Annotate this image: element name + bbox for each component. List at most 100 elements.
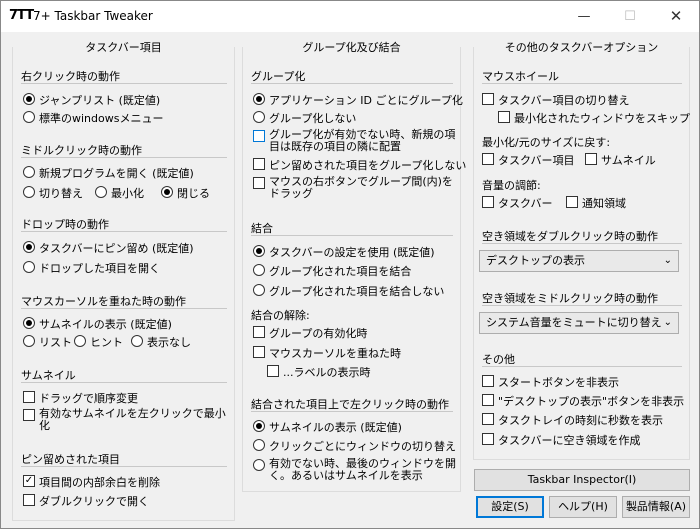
section-thumbnail: サムネイル [21,369,76,382]
check-no-group-pinned[interactable] [253,158,265,170]
radio-label: グループ化された項目を結合 [269,265,412,278]
check-restore-taskbar[interactable] [482,153,494,165]
check-wheel-switch[interactable] [482,93,494,105]
dblclick-select[interactable]: デスクトップの表示 ⌄ [479,250,679,272]
radio-label: 新規プログラムを開く (既定値) [39,167,194,180]
close-button[interactable]: ✕ [653,1,699,32]
radio-leftclick-thumbnail[interactable] [253,420,265,432]
check-label: "デスクトップの表示"ボタンを非表示 [498,395,685,408]
check-label: タスクバー項目 [498,154,575,167]
check-label: マウスの右ボタンでグループ間(内)をドラッグ [269,175,453,200]
radio-list[interactable] [23,335,35,347]
maximize-button[interactable]: ☐ [607,1,653,32]
check-skip-minimized[interactable] [498,111,510,123]
main-window: 7TT 7+ Taskbar Tweaker — ☐ ✕ タスクバー項目 右クリ… [0,0,700,529]
check-show-seconds[interactable] [482,413,494,425]
section-middleclick: ミドルクリック時の動作 [21,144,142,157]
section-drop: ドロップ時の動作 [21,218,109,231]
check-double-click-open[interactable] [23,494,35,506]
select-value: デスクトップの表示 [486,254,585,267]
check-label: ドラッグで順序変更 [39,392,138,405]
chevron-down-icon: ⌄ [663,255,672,266]
radio-label: アプリケーション ID ごとにグループ化 [269,94,463,107]
check-hide-start[interactable] [482,375,494,387]
check-empty-space[interactable] [482,433,494,445]
check-place-next[interactable] [253,130,265,142]
radio-no-group[interactable] [253,111,265,123]
check-left-click-minimize[interactable] [23,409,35,421]
section-restore: 最小化/元のサイズに戻す: [482,136,611,149]
check-label: 通知領域 [582,197,626,210]
radio-label: ジャンプリスト (既定値) [39,94,161,107]
check-label: 項目間の内部余白を削除 [39,476,160,489]
radio-group-by-appid[interactable] [253,93,265,105]
radio-new-program[interactable] [23,166,35,178]
section-combine: 結合 [251,222,273,235]
group-title: タスクバー項目 [13,41,234,57]
radio-pin[interactable] [23,241,35,253]
check-volume-taskbar[interactable] [482,196,494,208]
radio-label: 有効でない時、最後のウィンドウを開く。あるいはサムネイルを表示 [269,457,456,482]
section-grouping: グループ化 [251,70,306,83]
check-label: 最小化されたウィンドウをスキップ [514,112,690,125]
taskbar-inspector-button[interactable]: Taskbar Inspector(I) [474,469,690,491]
check-label: タスクバー項目の切り替え [498,94,630,107]
radio-close[interactable] [161,186,173,198]
minimize-button[interactable]: — [561,1,607,32]
section-wheel: マウスホイール [482,70,559,83]
check-hide-show-desktop[interactable] [482,394,494,406]
about-button[interactable]: 製品情報(A) [622,496,690,518]
check-right-drag[interactable] [253,177,265,189]
radio-windows-menu[interactable] [23,111,35,123]
radio-combine[interactable] [253,264,265,276]
radio-use-taskbar-setting[interactable] [253,245,265,257]
check-label: タスクバーに空き領域を作成 [498,434,641,447]
check-label: サムネイル [601,154,656,167]
check-label: グループ化が有効でない時、新規の項目は既存の項目の隣に配置 [269,128,456,153]
check-on-hover[interactable] [253,346,265,358]
section-leftclick: 結合された項目上で左クリック時の動作 [251,398,449,411]
check-drag-reorder[interactable] [23,391,35,403]
radio-label: サムネイルの表示 (既定値) [39,318,172,331]
section-hover: マウスカーソルを重ねた時の動作 [21,295,186,308]
radio-label: クリックごとにウィンドウの切り替え [269,440,456,453]
window-title: 7+ Taskbar Tweaker [33,9,153,23]
check-label: スタートボタンを非表示 [498,376,619,389]
radio-label: グループ化しない [269,112,357,125]
radio-label: 切り替え [39,187,83,200]
help-button[interactable]: ヘルプ(H) [549,496,617,518]
check-label: グループの有効化時 [269,327,368,340]
select-value: システム音量をミュートに切り替え [486,316,662,329]
radio-minimize[interactable] [95,186,107,198]
radio-open-dropped[interactable] [23,261,35,273]
section-dblclick: 空き領域をダブルクリック時の動作 [482,230,658,243]
radio-jumplist[interactable] [23,93,35,105]
radio-label: 閉じる [177,187,210,200]
radio-label: タスクバーにピン留め (既定値) [39,242,194,255]
radio-show-thumbnail[interactable] [23,317,35,329]
radio-label: 表示なし [147,336,191,349]
check-volume-tray[interactable] [566,196,578,208]
check-restore-thumbnail[interactable] [585,153,597,165]
radio-label: 標準のwindowsメニュー [39,112,164,125]
check-label: タスクバー [498,197,553,210]
radio-label: グループ化された項目を結合しない [269,285,445,298]
check-remove-padding[interactable]: ✓ [23,475,35,487]
check-label: ...ラベルの表示時 [283,366,371,379]
radio-switch[interactable] [23,186,35,198]
radio-none[interactable] [131,335,143,347]
check-on-activate[interactable] [253,326,265,338]
section-midclick: 空き領域をミドルクリック時の動作 [482,292,658,305]
settings-button[interactable]: 設定(S) [476,496,544,518]
check-on-label[interactable] [267,365,279,377]
group-title: グループ化及び結合 [243,41,460,57]
radio-label: ヒント [90,336,123,349]
section-volume: 音量の調節: [482,179,541,192]
radio-no-combine[interactable] [253,284,265,296]
radio-open-last[interactable] [253,459,265,471]
midclick-select[interactable]: システム音量をミュートに切り替え ⌄ [479,312,679,334]
app-icon: 7TT [9,8,34,23]
chevron-down-icon: ⌄ [663,317,672,328]
radio-hint[interactable] [74,335,86,347]
radio-cycle-windows[interactable] [253,439,265,451]
